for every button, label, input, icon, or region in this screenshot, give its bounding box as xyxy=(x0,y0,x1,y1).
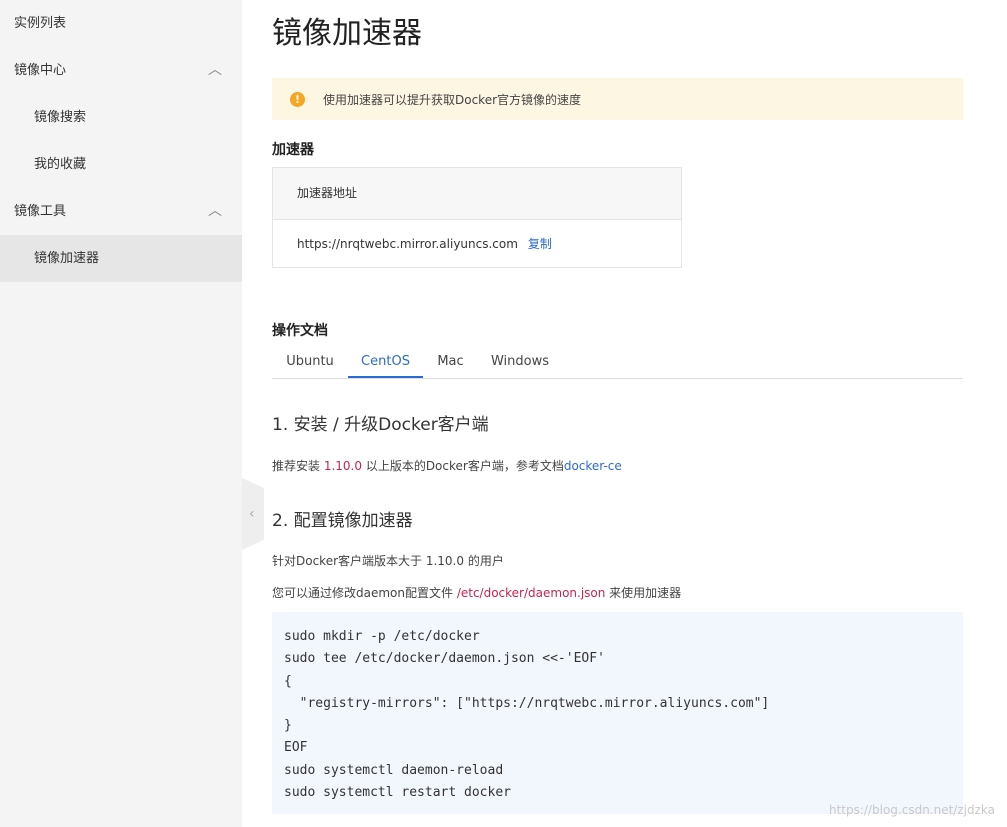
tab-centos[interactable]: CentOS xyxy=(348,346,423,378)
step2-line2: 您可以通过修改daemon配置文件 /etc/docker/daemon.jso… xyxy=(272,584,681,601)
sidebar-item-label: 镜像工具 xyxy=(14,204,67,219)
step2-line2-after: 来使用加速器 xyxy=(605,586,682,600)
warning-icon: ! xyxy=(290,91,305,107)
copy-button[interactable]: 复制 xyxy=(528,237,552,251)
sidebar: 实例列表 镜像中心 ︿ 镜像搜索 我的收藏 镜像工具 ︿ 镜像加速器 xyxy=(0,0,242,827)
page-title: 镜像加速器 xyxy=(272,16,422,51)
step1-title: 1. 安装 / 升级Docker客户端 xyxy=(272,415,489,435)
tab-mac[interactable]: Mac xyxy=(423,346,478,378)
sidebar-item-label: 实例列表 xyxy=(14,16,67,31)
sidebar-item-image-tools[interactable]: 镜像工具 ︿ xyxy=(0,188,242,235)
version-highlight: 1.10.0 xyxy=(323,459,362,473)
sidebar-collapse-handle[interactable]: ‹ xyxy=(242,478,264,550)
accelerator-row: https://nrqtwebc.mirror.aliyuncs.com 复制 xyxy=(273,220,681,268)
sidebar-item-image-accelerator[interactable]: 镜像加速器 xyxy=(0,235,242,282)
sidebar-item-favorites[interactable]: 我的收藏 xyxy=(0,141,242,188)
info-alert: ! 使用加速器可以提升获取Docker官方镜像的速度 xyxy=(272,78,963,120)
sidebar-item-image-search[interactable]: 镜像搜索 xyxy=(0,94,242,141)
step2-title: 2. 配置镜像加速器 xyxy=(272,511,413,531)
step1-text: 推荐安装 1.10.0 以上版本的Docker客户端，参考文档docker-ce xyxy=(272,457,622,474)
accelerator-table: 加速器地址 https://nrqtwebc.mirror.aliyuncs.c… xyxy=(272,167,682,268)
step2-line2-before: 您可以通过修改daemon配置文件 xyxy=(272,586,457,600)
accelerator-address: https://nrqtwebc.mirror.aliyuncs.com xyxy=(297,237,518,251)
os-tabs: Ubuntu CentOS Mac Windows xyxy=(272,346,963,379)
alert-text: 使用加速器可以提升获取Docker官方镜像的速度 xyxy=(323,92,582,107)
accelerator-column-header: 加速器地址 xyxy=(273,168,681,220)
tab-windows[interactable]: Windows xyxy=(478,346,562,378)
sidebar-item-instance-list[interactable]: 实例列表 xyxy=(0,0,242,47)
chevron-left-icon: ‹ xyxy=(249,506,255,522)
step1-text-before: 推荐安装 xyxy=(272,459,324,473)
step2-line1: 针对Docker客户端版本大于 1.10.0 的用户 xyxy=(272,554,504,568)
docs-section-title: 操作文档 xyxy=(272,323,328,339)
accelerator-section-title: 加速器 xyxy=(272,142,314,158)
sidebar-item-label: 镜像加速器 xyxy=(34,251,100,266)
sidebar-item-label: 镜像中心 xyxy=(14,63,67,78)
step1-text-middle: 以上版本的Docker客户端，参考文档 xyxy=(362,459,564,473)
chevron-up-icon[interactable]: ︿ xyxy=(208,47,222,94)
sidebar-item-label: 我的收藏 xyxy=(34,157,87,172)
sidebar-item-image-center[interactable]: 镜像中心 ︿ xyxy=(0,47,242,94)
sidebar-item-label: 镜像搜索 xyxy=(34,110,87,125)
chevron-up-icon[interactable]: ︿ xyxy=(208,188,222,235)
docker-ce-link[interactable]: docker-ce xyxy=(564,459,622,473)
config-path-highlight: /etc/docker/daemon.json xyxy=(456,586,606,600)
code-block[interactable]: sudo mkdir -p /etc/docker sudo tee /etc/… xyxy=(272,612,963,814)
tab-ubuntu[interactable]: Ubuntu xyxy=(272,346,348,378)
watermark: https://blog.csdn.net/zjdzka xyxy=(828,803,995,817)
